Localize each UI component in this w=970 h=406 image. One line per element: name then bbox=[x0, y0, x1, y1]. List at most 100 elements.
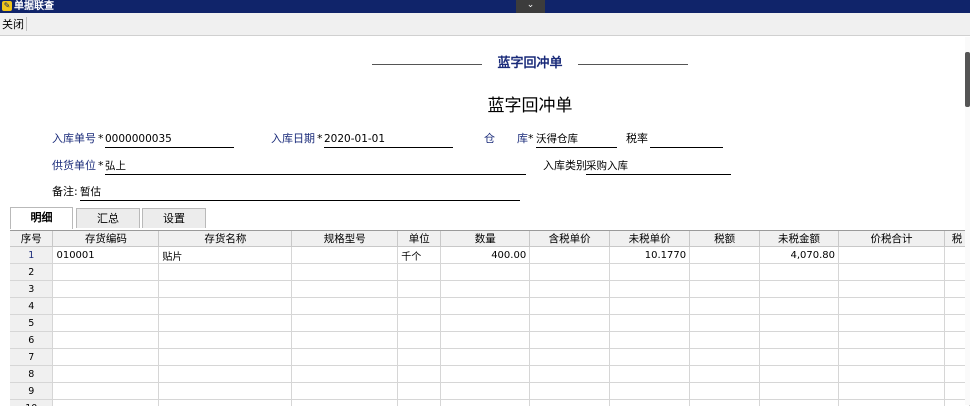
table-cell[interactable]: 千个 bbox=[398, 247, 441, 264]
table-cell[interactable] bbox=[760, 383, 839, 400]
tab-summary[interactable]: 汇总 bbox=[76, 208, 140, 228]
table-cell[interactable] bbox=[53, 281, 159, 298]
table-cell[interactable] bbox=[441, 298, 530, 315]
table-cell[interactable]: 贴片 bbox=[159, 247, 292, 264]
table-cell[interactable]: 4,070.80 bbox=[760, 247, 839, 264]
table-cell[interactable] bbox=[839, 400, 945, 406]
table-cell[interactable] bbox=[690, 400, 760, 406]
tax-rate-input[interactable] bbox=[650, 131, 723, 148]
table-cell[interactable] bbox=[292, 298, 398, 315]
table-cell[interactable] bbox=[839, 264, 945, 281]
column-header[interactable]: 价税合计 bbox=[839, 231, 945, 247]
table-cell[interactable] bbox=[292, 281, 398, 298]
table-cell[interactable] bbox=[530, 298, 610, 315]
table-cell[interactable] bbox=[53, 315, 159, 332]
column-header[interactable]: 存货名称 bbox=[159, 231, 292, 247]
table-cell[interactable] bbox=[760, 264, 839, 281]
table-cell[interactable] bbox=[760, 349, 839, 366]
table-cell[interactable] bbox=[292, 315, 398, 332]
table-cell[interactable] bbox=[610, 298, 690, 315]
table-cell[interactable] bbox=[610, 366, 690, 383]
table-cell[interactable] bbox=[690, 298, 760, 315]
table-row[interactable]: 3 bbox=[10, 281, 970, 298]
table-row[interactable]: 5 bbox=[10, 315, 970, 332]
table-cell[interactable] bbox=[159, 383, 292, 400]
table-row[interactable]: 8 bbox=[10, 366, 970, 383]
table-cell[interactable] bbox=[159, 400, 292, 406]
table-cell[interactable] bbox=[441, 332, 530, 349]
table-cell[interactable] bbox=[760, 400, 839, 406]
table-cell[interactable] bbox=[839, 332, 945, 349]
table-cell[interactable] bbox=[441, 264, 530, 281]
table-cell[interactable] bbox=[530, 383, 610, 400]
table-cell[interactable] bbox=[441, 400, 530, 406]
table-cell[interactable] bbox=[839, 366, 945, 383]
table-cell[interactable] bbox=[839, 247, 945, 264]
table-cell[interactable] bbox=[690, 349, 760, 366]
column-header[interactable]: 未税金额 bbox=[760, 231, 839, 247]
table-cell[interactable] bbox=[159, 332, 292, 349]
table-cell[interactable] bbox=[398, 383, 441, 400]
table-cell[interactable] bbox=[530, 366, 610, 383]
table-row[interactable]: 4 bbox=[10, 298, 970, 315]
table-cell[interactable] bbox=[441, 349, 530, 366]
table-cell[interactable] bbox=[159, 349, 292, 366]
warehouse-input[interactable]: 沃得仓库 bbox=[536, 131, 617, 148]
table-cell[interactable] bbox=[530, 264, 610, 281]
table-cell[interactable] bbox=[530, 247, 610, 264]
table-cell[interactable]: 400.00 bbox=[441, 247, 530, 264]
table-cell[interactable] bbox=[159, 281, 292, 298]
table-cell[interactable] bbox=[530, 349, 610, 366]
table-cell[interactable] bbox=[839, 298, 945, 315]
table-cell[interactable] bbox=[53, 366, 159, 383]
receipt-no-input[interactable]: 0000000035 bbox=[105, 131, 234, 148]
table-cell[interactable] bbox=[690, 247, 760, 264]
table-cell[interactable] bbox=[159, 264, 292, 281]
table-cell[interactable] bbox=[441, 281, 530, 298]
column-header[interactable]: 单位 bbox=[398, 231, 441, 247]
table-cell[interactable] bbox=[690, 383, 760, 400]
table-cell[interactable] bbox=[530, 281, 610, 298]
table-cell[interactable] bbox=[690, 332, 760, 349]
table-cell[interactable] bbox=[690, 281, 760, 298]
column-header[interactable]: 数量 bbox=[441, 231, 530, 247]
table-cell[interactable] bbox=[398, 332, 441, 349]
table-cell[interactable] bbox=[53, 298, 159, 315]
table-cell[interactable] bbox=[53, 400, 159, 406]
table-cell[interactable] bbox=[53, 264, 159, 281]
table-cell[interactable] bbox=[292, 332, 398, 349]
table-cell[interactable] bbox=[610, 332, 690, 349]
table-cell[interactable] bbox=[398, 366, 441, 383]
table-cell[interactable] bbox=[398, 298, 441, 315]
table-cell[interactable] bbox=[610, 264, 690, 281]
table-row[interactable]: 1010001贴片千个400.0010.17704,070.80 bbox=[10, 247, 970, 264]
tab-settings[interactable]: 设置 bbox=[142, 208, 206, 228]
column-header[interactable]: 未税单价 bbox=[610, 231, 690, 247]
tab-detail[interactable]: 明细 bbox=[10, 207, 73, 229]
chevron-down-icon[interactable]: ⌄ bbox=[516, 0, 545, 13]
table-cell[interactable] bbox=[690, 366, 760, 383]
table-cell[interactable] bbox=[292, 349, 398, 366]
table-cell[interactable] bbox=[530, 315, 610, 332]
table-cell[interactable] bbox=[530, 332, 610, 349]
table-cell[interactable] bbox=[610, 400, 690, 406]
table-cell[interactable] bbox=[760, 315, 839, 332]
table-cell[interactable] bbox=[441, 383, 530, 400]
column-header[interactable]: 税额 bbox=[690, 231, 760, 247]
table-row[interactable]: 9 bbox=[10, 383, 970, 400]
table-cell[interactable] bbox=[839, 349, 945, 366]
table-cell[interactable]: 10.1770 bbox=[610, 247, 690, 264]
table-cell[interactable] bbox=[398, 264, 441, 281]
table-cell[interactable] bbox=[292, 264, 398, 281]
table-cell[interactable] bbox=[610, 315, 690, 332]
table-cell[interactable] bbox=[53, 332, 159, 349]
table-cell[interactable] bbox=[760, 366, 839, 383]
column-header[interactable]: 规格型号 bbox=[292, 231, 398, 247]
table-cell[interactable] bbox=[690, 264, 760, 281]
column-header[interactable]: 存货编码 bbox=[53, 231, 159, 247]
table-cell[interactable] bbox=[292, 247, 398, 264]
table-cell[interactable] bbox=[292, 383, 398, 400]
supplier-input[interactable]: 弘上 bbox=[105, 158, 526, 175]
table-cell[interactable] bbox=[53, 383, 159, 400]
table-cell[interactable] bbox=[159, 315, 292, 332]
